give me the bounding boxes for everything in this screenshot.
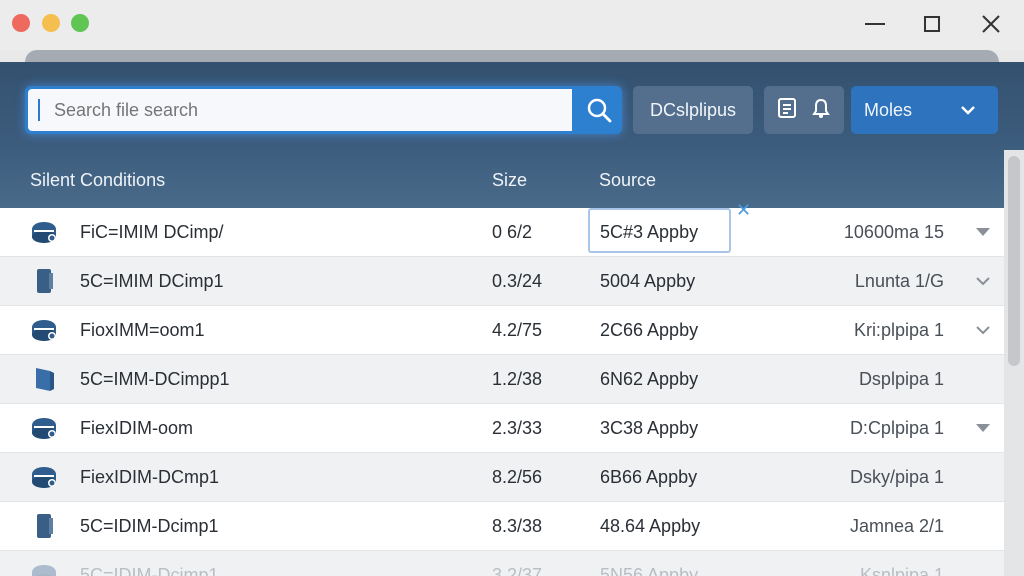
- table-row[interactable]: FiC=IMIM DCimp/ 0 6/2 5C#3 Appby 10600ma…: [0, 208, 1004, 257]
- row-icon: [30, 502, 60, 550]
- maximize-button[interactable]: [909, 6, 955, 42]
- row-source: 6N62 Appby: [600, 368, 699, 389]
- row-size: 0 6/2: [492, 221, 533, 242]
- row-name: FiC=IMIM DCimp/: [80, 221, 224, 242]
- row-expand-button[interactable]: [970, 306, 996, 354]
- phone-icon: [37, 514, 53, 538]
- row-extra: Dsky/pipa 1: [849, 466, 944, 487]
- row-name: 5C=IDIM-Dcimp1: [80, 564, 219, 576]
- phone-icon: [37, 269, 53, 293]
- row-source: 5C#3 Appby: [600, 221, 699, 242]
- document-icon: [778, 97, 796, 118]
- column-header-source[interactable]: Source: [599, 170, 656, 191]
- search-icon: [587, 98, 611, 123]
- table-row[interactable]: FioxIMM=oom1 4.2/75 2C66 Appby Kri:plpip…: [0, 306, 1004, 355]
- hard-drive-icon: [32, 222, 56, 243]
- row-name: FioxIMM=oom1: [80, 319, 205, 340]
- scrollbar-thumb[interactable]: [1008, 156, 1020, 366]
- minimize-button[interactable]: [852, 6, 898, 42]
- row-size: 8.2/56: [492, 466, 543, 487]
- row-icon: [30, 453, 60, 501]
- row-source: 2C66 Appby: [600, 319, 699, 340]
- hard-drive-icon: [32, 565, 56, 576]
- row-source: 5004 Appby: [600, 270, 696, 291]
- chevron-down-icon: [961, 106, 975, 115]
- row-expand-button[interactable]: [970, 257, 996, 305]
- row-name: 5C=IMM-DCimpp1: [80, 368, 230, 389]
- dc-button-label: DCslplipus: [649, 99, 737, 120]
- row-source: 6B66 Appby: [600, 466, 698, 487]
- table-row[interactable]: FiexIDIM-DCmp1 8.2/56 6B66 Appby Dsky/pi…: [0, 453, 1004, 502]
- search-input[interactable]: [28, 89, 572, 131]
- row-caret-button[interactable]: [970, 404, 996, 452]
- row-size: 0.3/24: [492, 270, 543, 291]
- hard-drive-icon: [32, 467, 56, 488]
- row-icon: [30, 257, 60, 305]
- row-extra: 10600ma 15: [843, 221, 944, 242]
- row-source: 5N56 Appby: [600, 564, 699, 576]
- chevron-down-icon: [976, 276, 990, 285]
- minimize-traffic-light[interactable]: [42, 14, 60, 32]
- table-row[interactable]: 5C=IDIM-Dcimp1 3.2/37 5N56 Appby Ksnlpip…: [0, 551, 1004, 576]
- row-extra: Dsplpipa 1: [858, 368, 944, 389]
- table-row[interactable]: FiexIDIM-oom 2.3/33 3C38 Appby D:Cplpipa…: [0, 404, 1004, 453]
- row-icon: [30, 306, 60, 354]
- row-icon: [30, 404, 60, 452]
- close-traffic-light[interactable]: [12, 14, 30, 32]
- window-titlebar: [0, 0, 1024, 50]
- text-caret: [38, 99, 40, 121]
- row-size: 2.3/33: [492, 417, 543, 438]
- moles-dropdown-label: Moles: [864, 99, 913, 120]
- table-row[interactable]: 5C=IDIM-Dcimp1 8.3/38 48.64 Appby Jamnea…: [0, 502, 1004, 551]
- moles-dropdown[interactable]: Moles: [851, 86, 998, 134]
- action-icons-group: [764, 86, 844, 134]
- row-extra: Ksnlpipa 1: [859, 564, 944, 576]
- panel-icon: [36, 368, 54, 391]
- file-table: FiC=IMIM DCimp/ 0 6/2 5C#3 Appby 10600ma…: [0, 208, 1004, 576]
- row-extra: Lnunta 1/G: [854, 270, 944, 291]
- hard-drive-icon: [32, 418, 56, 439]
- row-extra: D:Cplpipa 1: [849, 417, 944, 438]
- row-icon: [30, 355, 60, 403]
- column-header-name[interactable]: Silent Conditions: [30, 170, 165, 191]
- chevron-down-icon: [976, 325, 990, 334]
- search-bar: [25, 86, 622, 134]
- caret-down-icon: [976, 424, 990, 432]
- row-source: 3C38 Appby: [600, 417, 699, 438]
- column-header-size[interactable]: Size: [492, 170, 527, 191]
- row-caret-button[interactable]: [970, 208, 996, 256]
- close-button[interactable]: [968, 6, 1014, 42]
- row-icon: [30, 551, 60, 576]
- table-row[interactable]: 5C=IMM-DCimpp1 1.2/38 6N62 Appby Dsplpip…: [0, 355, 1004, 404]
- maximize-icon: [924, 16, 940, 32]
- row-size: 1.2/38: [492, 368, 543, 389]
- row-size: 3.2/37: [492, 564, 543, 576]
- bell-icon: [812, 98, 830, 118]
- minimize-icon: [865, 23, 885, 25]
- table-row[interactable]: 5C=IMIM DCimp1 0.3/24 5004 Appby Lnunta …: [0, 257, 1004, 306]
- row-size: 4.2/75: [492, 319, 543, 340]
- close-icon: [982, 15, 1000, 33]
- notification-button[interactable]: [811, 97, 831, 124]
- clear-edit-icon[interactable]: ✕: [736, 200, 751, 221]
- caret-down-icon: [976, 228, 990, 236]
- row-name: 5C=IMIM DCimp1: [80, 270, 224, 291]
- row-extra: Kri:plpipa 1: [853, 319, 944, 340]
- zoom-traffic-light[interactable]: [71, 14, 89, 32]
- document-button[interactable]: [777, 97, 797, 124]
- row-extra: Jamnea 2/1: [849, 515, 944, 536]
- row-name: FiexIDIM-oom: [80, 417, 194, 438]
- row-icon: [30, 208, 60, 256]
- row-name: FiexIDIM-DCmp1: [80, 466, 220, 487]
- row-source: 48.64 Appby: [600, 515, 701, 536]
- search-button[interactable]: [575, 86, 622, 134]
- hard-drive-icon: [32, 320, 56, 341]
- row-size: 8.3/38: [492, 515, 543, 536]
- dc-button[interactable]: DCslplipus: [633, 86, 753, 134]
- row-name: 5C=IDIM-Dcimp1: [80, 515, 219, 536]
